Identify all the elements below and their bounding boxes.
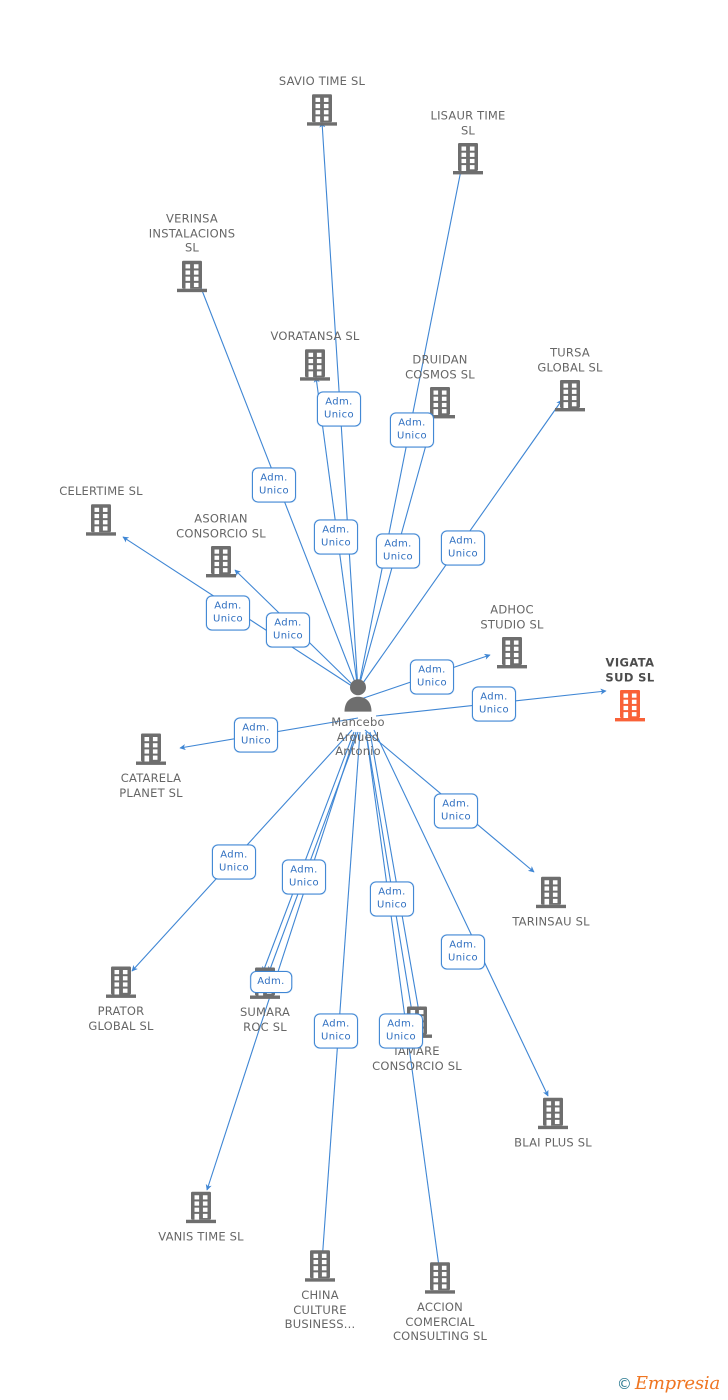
node-label: LISAUR TIME SL [430, 108, 506, 138]
building-icon [303, 1249, 337, 1285]
building-icon [104, 965, 138, 1001]
graph-node-tursa[interactable]: TURSA GLOBAL SL [500, 346, 640, 415]
building-icon [536, 1096, 570, 1132]
building-icon [175, 259, 209, 295]
building-icon [497, 637, 527, 669]
graph-edge [262, 731, 355, 973]
node-label: PRATOR GLOBAL SL [88, 1004, 154, 1033]
edge-label-el-sumara[interactable]: Adm. Unico [281, 859, 327, 895]
relationship-graph-canvas: SAVIO TIME SL LISAUR TIME SL VERINSA INSTA… [0, 0, 728, 1400]
building-icon [615, 690, 645, 722]
edge-label-el-sumara2[interactable]: Adm. [250, 971, 292, 993]
edge-label-el-iamare[interactable]: Adm. Unico [369, 881, 415, 917]
edge-label-el-savio2[interactable]: Adm. Unico [375, 533, 421, 569]
node-label: ASORIAN CONSORCIO SL [176, 511, 266, 541]
building-icon [536, 876, 566, 909]
edge-label-el-druidan[interactable]: Adm. Unico [389, 412, 435, 448]
edge-label-el-tarinsau[interactable]: Adm. Unico [433, 793, 479, 829]
node-label: SAVIO TIME SL [278, 73, 366, 88]
brand-name: Empresia [634, 1373, 720, 1394]
watermark: © Empresia [617, 1373, 720, 1394]
graph-edge [365, 731, 415, 1013]
graph-node-blaiplus[interactable]: BLAI PLUS SL [483, 1096, 623, 1150]
building-icon [305, 1250, 335, 1282]
graph-node-vigata[interactable]: VIGATA SUD SL [560, 656, 700, 725]
edge-label-el-vanistime[interactable]: Adm. Unico [313, 1013, 359, 1049]
node-label: VORATANSA SL [270, 328, 360, 343]
building-icon [451, 142, 485, 178]
building-icon [184, 1190, 218, 1226]
building-icon [177, 260, 207, 292]
graph-node-verinsa[interactable]: VERINSA INSTALACIONS SL [122, 211, 262, 295]
graph-node-asorian[interactable]: ASORIAN CONSORCIO SL [151, 512, 291, 581]
node-label: TARINSAU SL [512, 914, 590, 929]
edge-label-el-savio[interactable]: Adm. Unico [313, 519, 359, 555]
building-icon [300, 348, 330, 381]
edge-label-el-iamare2[interactable]: Adm. Unico [378, 1013, 424, 1049]
node-label: ADHOC STUDIO SL [480, 602, 544, 632]
edge-label-el-asorian[interactable]: Adm. Unico [265, 612, 311, 648]
person-icon [343, 678, 373, 712]
graph-node-catarela[interactable]: CATARELA PLANET SL [81, 732, 221, 800]
graph-node-vanistime[interactable]: VANIS TIME SL [131, 1190, 271, 1244]
building-icon [298, 347, 332, 383]
edge-label-el-blaiplus[interactable]: Adm. Unico [440, 934, 486, 970]
node-label: CHINA CULTURE BUSINESS... [284, 1287, 356, 1331]
building-icon [204, 545, 238, 581]
graph-node-savio[interactable]: SAVIO TIME SL [252, 74, 392, 129]
graph-node-prator[interactable]: PRATOR GLOBAL SL [51, 965, 191, 1033]
graph-node-voratansa[interactable]: VORATANSA SL [245, 329, 385, 384]
building-icon [305, 92, 339, 128]
edge-label-el-adhoc[interactable]: Adm. Unico [409, 659, 455, 695]
building-icon [553, 379, 587, 415]
building-icon [84, 502, 118, 538]
node-label: VIGATA SUD SL [605, 655, 655, 685]
edge-label-el-voratansa[interactable]: Adm. Unico [316, 391, 362, 427]
building-icon [425, 1262, 455, 1294]
building-icon [613, 689, 647, 725]
edge-label-el-prator[interactable]: Adm. Unico [211, 844, 257, 880]
node-label: ACCION COMERCIAL CONSULTING SL [392, 1299, 488, 1343]
building-icon [86, 503, 116, 536]
graph-edge [268, 731, 359, 973]
edge-label-el-vigata[interactable]: Adm. Unico [471, 686, 517, 722]
node-label: CATARELA PLANET SL [119, 771, 183, 800]
edge-label-el-celertime[interactable]: Adm. Unico [205, 595, 251, 631]
node-label: CELERTIME SL [59, 483, 143, 498]
building-icon [538, 1097, 568, 1130]
person-icon [344, 679, 372, 712]
building-icon [106, 966, 136, 998]
building-icon [186, 1191, 216, 1224]
node-label: TURSA GLOBAL SL [537, 345, 603, 375]
building-icon [134, 732, 168, 768]
building-icon [495, 636, 529, 672]
building-icon [453, 143, 483, 175]
node-label: VERINSA INSTALACIONS SL [148, 211, 236, 255]
edge-label-el-catarela[interactable]: Adm. Unico [233, 717, 279, 753]
graph-edge [369, 731, 422, 1013]
node-label: SUMARA ROC SL [239, 1005, 291, 1034]
graph-edge [365, 731, 443, 1275]
graph-node-accion[interactable]: ACCION COMERCIAL CONSULTING SL [370, 1261, 510, 1344]
node-label: DRUIDAN COSMOS SL [405, 352, 475, 382]
building-icon [206, 546, 236, 578]
graph-node-celertime[interactable]: CELERTIME SL [31, 484, 171, 539]
edge-label-el-verinsa[interactable]: Adm. Unico [251, 467, 297, 503]
node-label: VANIS TIME SL [158, 1229, 244, 1244]
graph-node-tarinsau[interactable]: TARINSAU SL [481, 875, 621, 929]
node-label: BLAI PLUS SL [514, 1135, 592, 1150]
graph-node-lisaur[interactable]: LISAUR TIME SL [398, 109, 538, 178]
edge-label-el-lisaur[interactable]: Adm. Unico [440, 530, 486, 566]
node-label: Mancebo Arqued Antonio [331, 714, 385, 758]
graph-node-china[interactable]: CHINA CULTURE BUSINESS... [250, 1249, 390, 1332]
building-icon [307, 93, 337, 126]
building-icon [555, 380, 585, 412]
building-icon [136, 733, 166, 765]
graph-node-druidan[interactable]: DRUIDAN COSMOS SL [370, 353, 510, 422]
graph-edge [205, 731, 357, 1191]
graph-node-center[interactable]: Mancebo Arqued Antonio [288, 678, 428, 759]
building-icon [534, 875, 568, 911]
copyright-symbol: © [616, 1375, 632, 1393]
building-icon [423, 1261, 457, 1297]
